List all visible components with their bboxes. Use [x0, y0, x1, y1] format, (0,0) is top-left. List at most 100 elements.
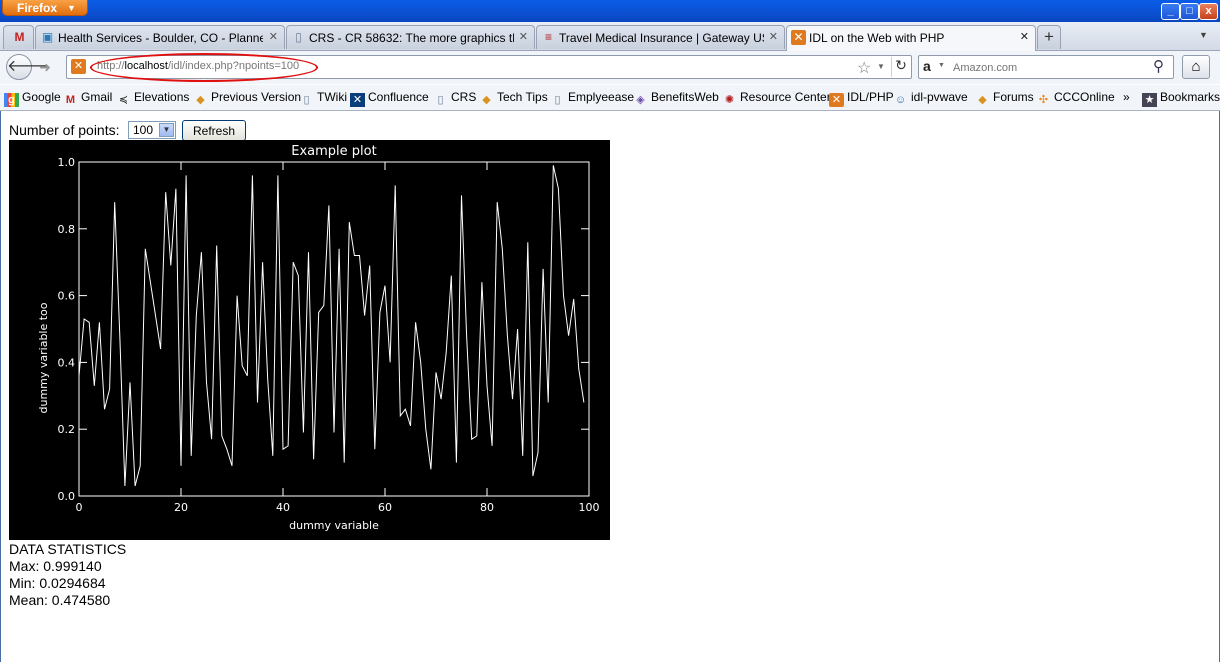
tab-list-chevron-icon[interactable]: ▼ — [1199, 30, 1208, 40]
page-icon: ▯ — [303, 94, 310, 106]
plot-title: Example plot — [291, 144, 376, 159]
bookmark-ccconline[interactable]: ✣ CCCOnline — [1036, 90, 1115, 107]
bookmark-idl-php[interactable]: ✕ IDL/PHP — [829, 90, 894, 107]
diamond-icon: ◆ — [196, 94, 205, 106]
y-axis-label: dummy variable too — [37, 302, 50, 413]
star-icon[interactable]: ☆ — [857, 58, 871, 78]
x-tick-label: 40 — [276, 501, 290, 514]
npoints-select[interactable]: 100 ▼ — [128, 121, 176, 139]
chevron-down-icon: ▼ — [67, 3, 76, 13]
refresh-button[interactable]: Refresh — [182, 120, 246, 141]
bookmark-resource-center[interactable]: ✺ Resource Center — [722, 90, 831, 107]
bookmarks-icon: ★ — [1142, 93, 1157, 107]
maximize-button[interactable]: □ — [1180, 3, 1199, 20]
bookmark-label: idl-pvwave — [911, 90, 968, 104]
bookmark-label: Previous Version — [211, 90, 302, 104]
confluence-icon: ✕ — [350, 93, 365, 107]
y-tick-label: 0.4 — [58, 356, 76, 369]
bookmark-label: BenefitsWeb — [651, 90, 719, 104]
window-title-bar: Firefox ▼ _ □ x — [0, 0, 1220, 22]
xampp-icon: ✕ — [829, 93, 844, 107]
x-tick-label: 20 — [174, 501, 188, 514]
bookmark-label: TWiki — [317, 90, 347, 104]
back-button[interactable]: 🡐 — [6, 54, 50, 80]
bookmark-benefitsweb[interactable]: ◈ BenefitsWeb — [633, 90, 719, 107]
bookmark-label: CCCOnline — [1054, 90, 1115, 104]
close-tab-icon[interactable]: ✕ — [519, 30, 528, 43]
y-tick-label: 0.8 — [58, 223, 76, 236]
bookmark-label: Elevations — [134, 90, 190, 104]
tab-travel-insurance[interactable]: ≡ Travel Medical Insurance | Gateway USA… — [536, 25, 785, 49]
close-tab-icon[interactable]: ✕ — [1020, 30, 1029, 43]
x-tick-label: 100 — [579, 501, 600, 514]
search-input[interactable] — [951, 58, 1145, 78]
bookmarks-overflow-button[interactable]: » — [1123, 90, 1130, 104]
bookmark-label: Confluence — [368, 90, 429, 104]
chat-icon: ☺ — [894, 94, 907, 106]
diamond-icon: ◆ — [978, 94, 987, 106]
page-icon: ▯ — [437, 94, 444, 106]
bookmark-twiki[interactable]: ▯ TWiki — [299, 90, 347, 107]
forward-button[interactable]: ➜ — [34, 57, 56, 77]
close-window-button[interactable]: x — [1199, 3, 1218, 20]
bookmark-crs[interactable]: ▯ CRS — [433, 90, 476, 107]
resource-icon: ✺ — [724, 94, 735, 106]
bookmark-google[interactable]: g Google — [4, 90, 61, 107]
bookmark-gmail[interactable]: M Gmail — [63, 90, 112, 107]
bookmark-emplyeease[interactable]: ▯ Emplyeease — [550, 90, 634, 107]
bookmark-label: Resource Center — [740, 90, 831, 104]
tab-health-services[interactable]: ▣ Health Services - Boulder, CO - Planne… — [35, 25, 285, 49]
search-engine-chevron-icon[interactable]: ▼ — [938, 62, 945, 69]
page-icon: ▯ — [554, 94, 561, 106]
diamond-icon: ◆ — [482, 94, 491, 106]
page-icon: ▣ — [41, 30, 54, 44]
firefox-menu-label: Firefox — [17, 1, 58, 15]
tab-idl-on-the-web[interactable]: ✕ IDL on the Web with PHP ✕ — [786, 25, 1036, 51]
annotation-circle — [90, 53, 318, 82]
xampp-icon: ✕ — [71, 59, 86, 74]
tab-label: Health Services - Boulder, CO - Planned … — [58, 31, 263, 45]
firefox-menu-button[interactable]: Firefox ▼ — [2, 0, 88, 16]
tab-label: IDL on the Web with PHP — [809, 31, 945, 45]
bookmark-forums[interactable]: ◆ Forums — [975, 90, 1033, 107]
amazon-icon[interactable]: a — [923, 58, 931, 74]
tab-bar: M ▣ Health Services - Boulder, CO - Plan… — [0, 22, 1220, 51]
plot-background — [9, 140, 610, 540]
x-tick-label: 60 — [378, 501, 392, 514]
npoints-select-value: 100 — [133, 123, 154, 137]
bookmark-confluence[interactable]: ✕ Confluence — [350, 90, 429, 107]
xampp-icon: ✕ — [791, 30, 806, 45]
close-tab-icon[interactable]: ✕ — [769, 30, 778, 43]
home-button[interactable]: ⌂ — [1182, 55, 1210, 79]
y-tick-label: 1.0 — [58, 156, 76, 169]
gmail-icon: M — [65, 94, 76, 106]
google-icon: g — [4, 93, 19, 107]
reload-button[interactable]: ↻ — [891, 57, 910, 77]
bookmarks-toolbar: g Google M Gmail ≼ Elevations ◆ Previous Ver… — [0, 85, 1220, 111]
bookmarks-menu-button[interactable]: ★ Bookmarks — [1142, 90, 1220, 107]
bookmark-label: Gmail — [81, 90, 113, 104]
tab-label: Travel Medical Insurance | Gateway USA — [559, 31, 764, 45]
stats-mean: Mean: 0.474580 — [9, 592, 111, 608]
close-tab-icon[interactable]: ✕ — [269, 30, 278, 43]
ccc-icon: ✣ — [1038, 94, 1049, 106]
y-tick-label: 0.0 — [58, 490, 76, 503]
benefits-icon: ◈ — [636, 94, 645, 106]
bookmark-idl-pvwave[interactable]: ☺ idl-pvwave — [893, 90, 968, 107]
site-icon: ≡ — [544, 30, 552, 44]
tab-crs[interactable]: ▯ CRS - CR 58632: The more graphics that… — [286, 25, 535, 49]
x-tick-label: 80 — [480, 501, 494, 514]
minimize-button[interactable]: _ — [1161, 3, 1180, 20]
search-icon[interactable]: ⚲ — [1153, 57, 1164, 75]
new-tab-button[interactable]: + — [1037, 25, 1061, 49]
x-axis-label: dummy variable — [289, 519, 379, 532]
page-content: Number of points: 100 ▼ Refresh Example … — [0, 111, 1220, 662]
url-history-chevron-icon[interactable]: ▼ — [877, 62, 885, 71]
stats-heading: DATA STATISTICS — [9, 541, 127, 557]
bookmark-previous-version[interactable]: ◆ Previous Version — [193, 90, 301, 107]
bookmark-tech-tips[interactable]: ◆ Tech Tips — [479, 90, 547, 107]
bookmark-elevations[interactable]: ≼ Elevations — [116, 90, 189, 107]
gmail-icon: M — [14, 30, 25, 44]
tab-gmail[interactable]: M — [3, 25, 34, 49]
bookmark-label: Google — [22, 90, 61, 104]
